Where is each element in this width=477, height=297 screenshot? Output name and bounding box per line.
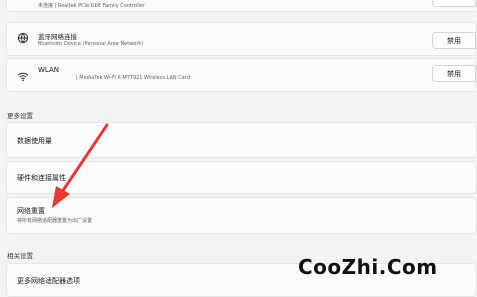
arrow-head xyxy=(52,186,70,208)
watermark: CooZhi.Com xyxy=(298,255,438,279)
arrow-shaft xyxy=(60,123,109,194)
annotation-arrow xyxy=(52,123,109,208)
